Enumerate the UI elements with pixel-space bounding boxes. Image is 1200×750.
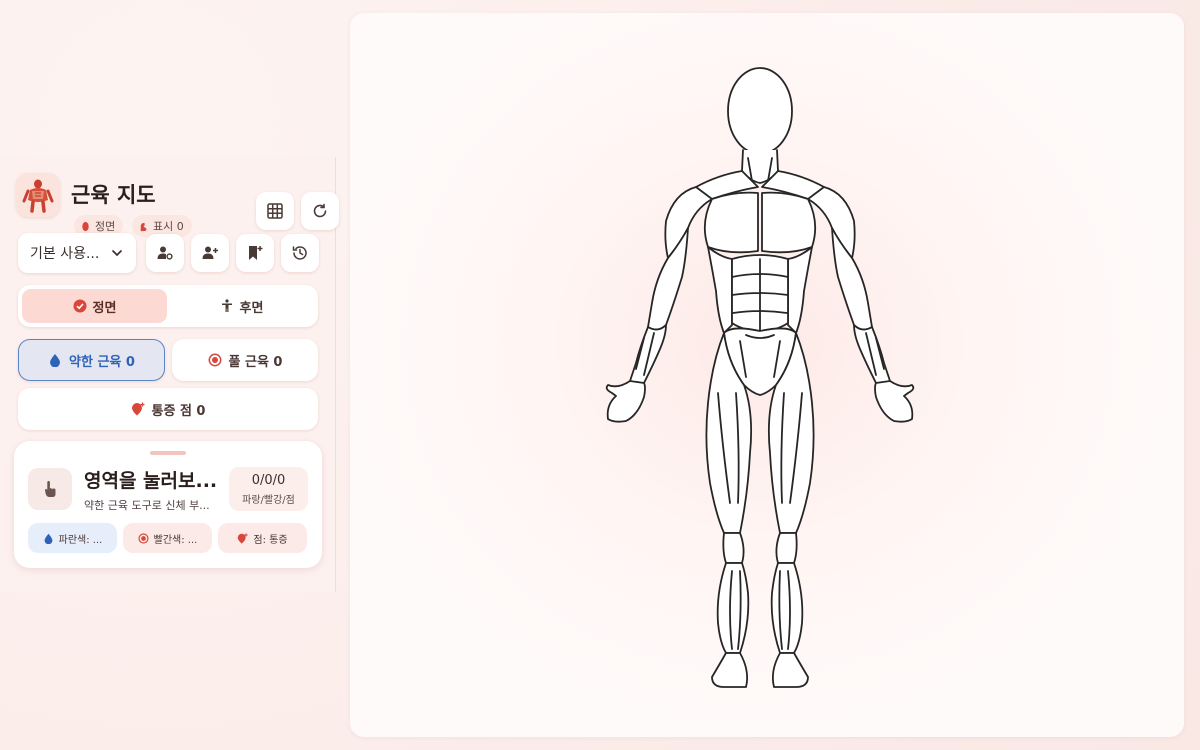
info-card-title: 영역을 눌러보... (84, 470, 218, 492)
bookmark-plus-icon (249, 246, 263, 260)
mark-count-label: 표시 0 (153, 220, 184, 233)
profile-select-value: 기본 사용... (30, 246, 100, 262)
body-map-canvas[interactable] (350, 13, 1184, 737)
foot-left[interactable] (711, 652, 749, 688)
profile-select[interactable]: 기본 사용... (18, 233, 136, 273)
reset-button[interactable] (301, 192, 339, 230)
knee-right[interactable] (775, 532, 798, 564)
muscle-calf-right[interactable] (770, 562, 804, 654)
legend-pain: 점: 통증 (218, 523, 307, 553)
water-drop-icon (44, 533, 53, 544)
water-drop-icon (50, 354, 61, 367)
tight-muscle-mode-label: 풀 근육 0 (228, 354, 283, 370)
pain-point-mode-button[interactable]: 통증 점 0 (18, 388, 318, 430)
user-plus-icon (202, 246, 218, 259)
drag-handle[interactable] (150, 451, 186, 455)
view-status-label: 정면 (95, 220, 116, 233)
tab-back[interactable]: 후면 (169, 289, 314, 323)
hand-right[interactable] (874, 380, 915, 423)
user-gear-icon (157, 246, 173, 260)
body-front-icon (82, 221, 89, 231)
legend-blue: 파란색: ... (28, 523, 117, 553)
tab-front-label: 정면 (92, 300, 117, 316)
target-icon (138, 532, 149, 544)
knee-left[interactable] (722, 532, 745, 564)
legend-red: 빨간색: ... (123, 523, 212, 553)
mark-counter-label: 파랑/빨강/점 (242, 495, 295, 506)
legend-red-label: 빨간색: ... (153, 534, 198, 546)
muscle-calf-left[interactable] (716, 562, 750, 654)
check-circle-icon (73, 299, 87, 313)
tab-front[interactable]: 정면 (22, 289, 167, 323)
manage-profiles-button[interactable] (146, 234, 184, 272)
muscle-arm-icon (140, 222, 147, 231)
save-bookmark-button[interactable] (236, 234, 274, 272)
legend-blue-label: 파란색: ... (58, 534, 103, 546)
muscle-pectoral-right[interactable] (761, 191, 817, 254)
muscle-oblique-right[interactable] (787, 246, 813, 334)
foot-right[interactable] (771, 652, 809, 688)
history-button[interactable] (281, 234, 319, 272)
add-profile-button[interactable] (191, 234, 229, 272)
mark-counter: 0/0/0 파랑/빨강/점 (229, 467, 308, 511)
target-icon (208, 353, 221, 367)
muscle-pectoral-left[interactable] (703, 191, 759, 254)
mark-counter-value: 0/0/0 (251, 473, 286, 488)
chevron-down-icon (112, 250, 122, 257)
muscle-head[interactable] (727, 67, 793, 155)
location-plus-icon (238, 532, 249, 544)
app-header: 근육 지도 정면 표시 0 (16, 173, 339, 237)
view-toggle: 정면 후면 (18, 285, 318, 327)
weak-muscle-mode-button[interactable]: 약한 근육 0 (18, 339, 165, 381)
pain-point-mode-label: 통증 점 0 (151, 403, 206, 419)
hand-left[interactable] (605, 380, 646, 423)
grid-toggle-button[interactable] (256, 192, 294, 230)
weak-muscle-mode-label: 약한 근육 0 (69, 354, 135, 370)
control-panel: 근육 지도 정면 표시 0 기본 사용... 정면 후면 약한 근육 0 풀 근… (0, 157, 339, 592)
info-card: 영역을 눌러보... 약한 근육 도구로 신체 부... 0/0/0 파랑/빨강… (14, 441, 322, 568)
tight-muscle-mode-button[interactable]: 풀 근육 0 (172, 339, 318, 381)
refresh-icon (313, 203, 327, 218)
tab-back-label: 후면 (239, 300, 264, 316)
location-plus-icon (131, 402, 144, 416)
info-card-subtitle: 약한 근육 도구로 신체 부... (84, 499, 210, 512)
history-icon (292, 246, 307, 260)
app-title: 근육 지도 (71, 183, 156, 207)
muscle-oblique-left[interactable] (707, 246, 733, 334)
grid-icon (267, 203, 283, 219)
hand-tap-icon-box (28, 468, 72, 510)
hand-tap-icon (45, 481, 56, 497)
person-standing-icon (221, 299, 232, 312)
legend-pain-label: 점: 통증 (253, 534, 288, 546)
app-logo (16, 173, 60, 217)
muscle-body-figure[interactable] (600, 63, 920, 693)
